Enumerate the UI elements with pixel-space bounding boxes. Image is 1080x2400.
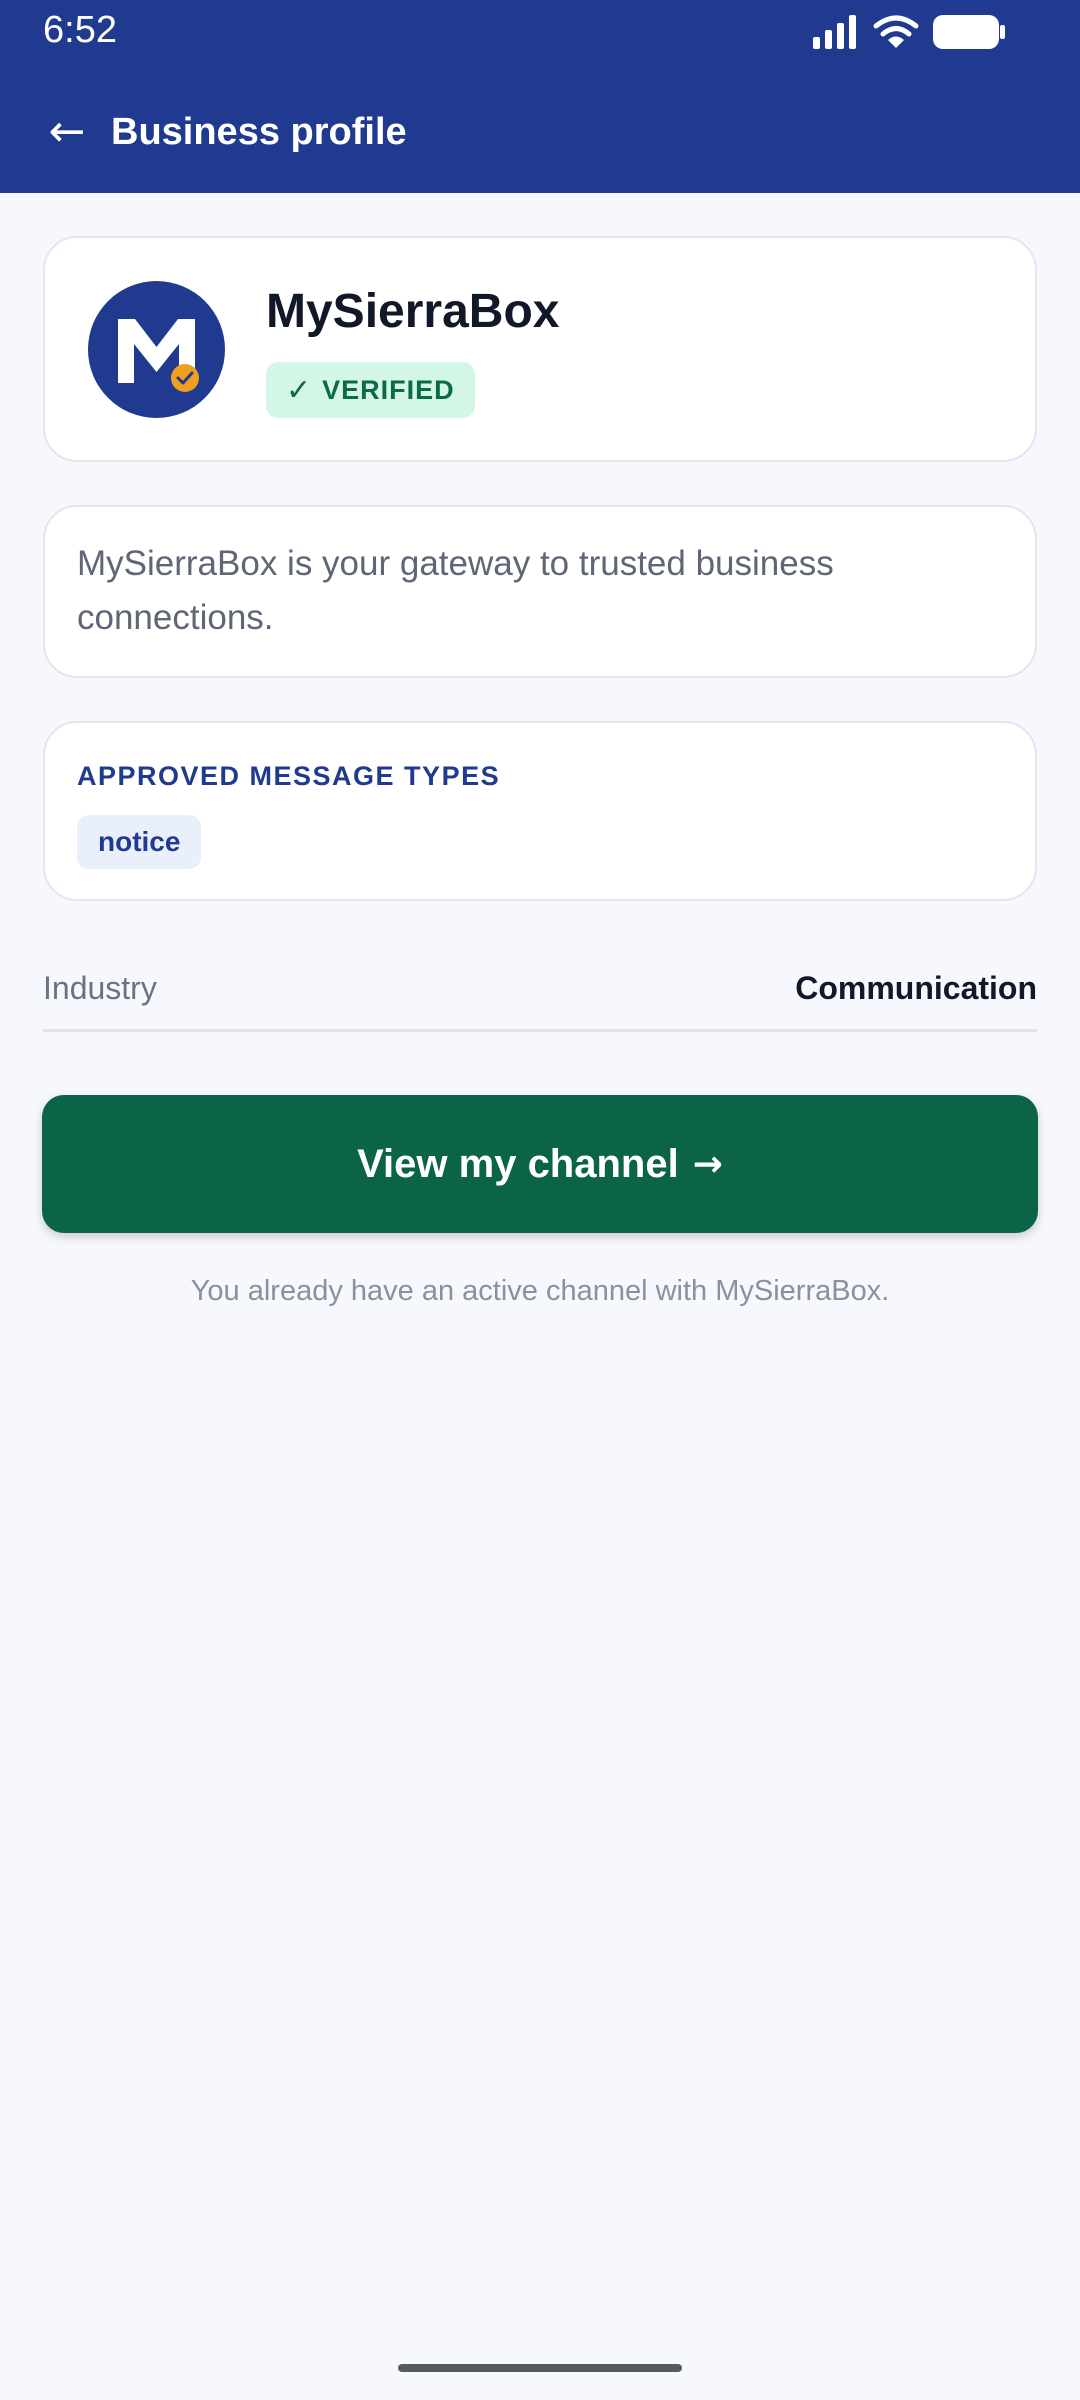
message-types-card: APPROVED MESSAGE TYPES notice [43,721,1037,901]
arrow-right-icon: → [692,1143,723,1185]
verified-badge: ✓ VERIFIED [266,362,475,418]
description-card: MySierraBox is your gateway to trusted b… [43,505,1037,678]
view-channel-button[interactable]: View my channel → [42,1095,1038,1233]
industry-label: Industry [43,970,157,1006]
back-arrow-icon[interactable]: ← [42,104,92,160]
view-channel-label: View my channel [357,1141,679,1186]
status-time: 6:52 [43,9,117,51]
business-description: MySierraBox is your gateway to trusted b… [77,544,834,637]
business-logo [88,281,225,418]
page-title: Business profile [111,111,407,153]
message-type-chip: notice [77,815,202,869]
battery-icon [933,15,1005,49]
message-types-heading: APPROVED MESSAGE TYPES [77,761,501,791]
active-channel-note: You already have an active channel with … [190,1275,890,1307]
business-name: MySierraBox [266,285,560,338]
signal-icon [813,15,859,49]
check-icon: ✓ [286,372,313,408]
wifi-icon [873,15,919,49]
app-header: 6:52 ← Business profile [0,0,1080,193]
industry-row: Industry Communication [43,950,1037,1032]
industry-value: Communication [795,970,1037,1006]
home-indicator[interactable] [398,2364,682,2372]
business-profile-card: MySierraBox ✓ VERIFIED [43,236,1037,462]
status-icons [813,14,1005,50]
verified-label: VERIFIED [322,374,455,405]
app-bar: ← Business profile [0,96,1080,166]
